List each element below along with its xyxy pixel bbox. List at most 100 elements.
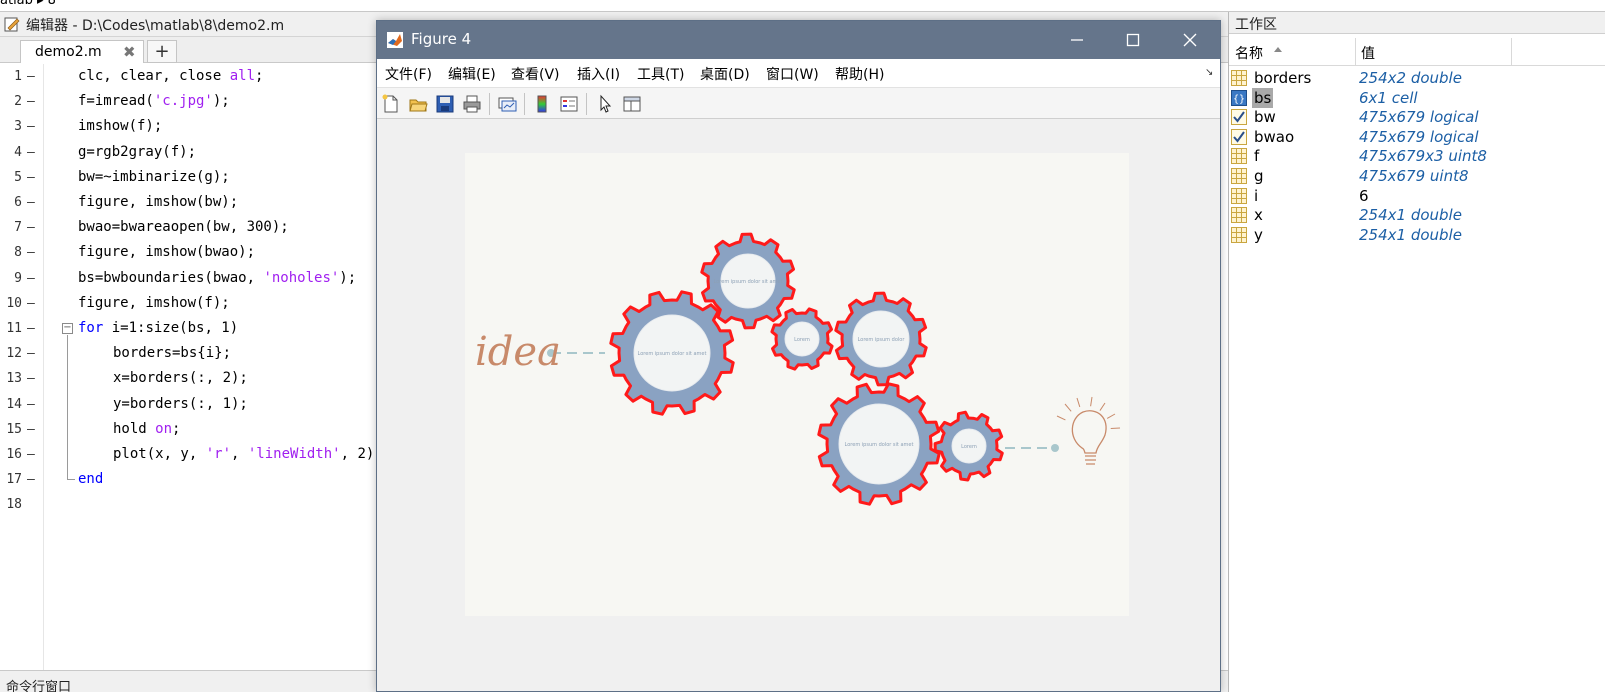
menu-view[interactable]: 查看(V) <box>511 64 560 84</box>
variable-name: y <box>1254 225 1263 244</box>
matrix-icon <box>1231 226 1247 243</box>
toolbar-separator <box>524 93 525 115</box>
figure-canvas[interactable]: idea Lorem ipsum dolor sit amet Lorem ipsu… <box>377 120 1220 691</box>
menu-help[interactable]: 帮助(H) <box>835 64 884 84</box>
code-text: figure, imshow(f); <box>78 291 230 316</box>
menu-edit[interactable]: 编辑(E) <box>448 64 496 84</box>
line-number: 2 <box>14 94 22 110</box>
menu-insert[interactable]: 插入(I) <box>577 64 620 84</box>
variable-value: 475x679 logical <box>1359 108 1479 127</box>
breakpoint-marker[interactable]: — <box>27 215 35 240</box>
breakpoint-marker[interactable]: — <box>27 291 35 316</box>
workspace-variable-row[interactable]: bwao 475x679 logical <box>1229 127 1605 147</box>
workspace-panel: 工作区 名称 值 borders 254x2 double {} bs 6x1 cell… <box>1228 12 1605 692</box>
workspace-variable-row[interactable]: g 475x679 uint8 <box>1229 166 1605 186</box>
code-text: figure, imshow(bwao); <box>78 240 255 265</box>
property-editor-icon[interactable] <box>622 94 642 114</box>
workspace-variable-row[interactable]: f 475x679x3 uint8 <box>1229 146 1605 166</box>
menu-desktop[interactable]: 桌面(D) <box>700 64 750 84</box>
maximize-button[interactable] <box>1105 21 1161 59</box>
variable-value: 6x1 cell <box>1359 88 1418 107</box>
breakpoint-marker[interactable]: — <box>27 417 35 442</box>
column-header-value[interactable]: 值 <box>1361 43 1375 63</box>
breakpoint-marker[interactable]: — <box>27 240 35 265</box>
open-file-icon[interactable] <box>408 94 428 114</box>
column-divider[interactable] <box>1355 38 1356 66</box>
bulb-ray <box>1056 415 1066 421</box>
colorbar-icon[interactable] <box>532 94 552 114</box>
svg-text:{}: {} <box>1233 94 1245 105</box>
bulb-base <box>1085 455 1096 465</box>
column-header-name[interactable]: 名称 <box>1235 43 1263 63</box>
breakpoint-marker[interactable]: — <box>27 366 35 391</box>
pointer-icon[interactable] <box>595 94 615 114</box>
code-string: 'lineWidth' <box>247 446 341 462</box>
breakpoint-marker[interactable]: — <box>27 266 35 291</box>
code-token: borders=bs{i}; <box>113 345 232 362</box>
cell-icon: {} <box>1231 89 1247 106</box>
close-icon <box>1183 33 1197 47</box>
breakpoint-marker[interactable]: — <box>27 341 35 366</box>
code-text: for i=1:size(bs, 1) <box>78 316 238 341</box>
code-text: borders=bs{i}; <box>113 341 231 366</box>
workspace-variable-row[interactable]: {} bs 6x1 cell <box>1229 87 1605 108</box>
figure-titlebar[interactable]: Figure 4 <box>377 21 1220 59</box>
breakpoint-marker[interactable]: — <box>27 64 35 89</box>
editor-icon <box>4 17 20 32</box>
dock-icon[interactable]: ↘ <box>1205 67 1213 78</box>
displayed-image: idea Lorem ipsum dolor sit amet Lorem ipsu… <box>465 153 1129 616</box>
code-text: f=imread('c.jpg'); <box>78 89 230 114</box>
code-string: on <box>155 420 173 437</box>
code-token: plot(x, y, <box>113 446 206 462</box>
gear-caption: Lorem <box>961 444 977 450</box>
workspace-variable-row[interactable]: y 254x1 double <box>1229 225 1605 245</box>
workspace-variable-row[interactable]: borders 254x2 double <box>1229 68 1605 88</box>
variable-value: 254x2 double <box>1359 69 1462 87</box>
breakpoint-marker[interactable]: — <box>27 140 35 165</box>
code-text: plot(x, y, 'r', 'lineWidth', 2); <box>113 442 383 467</box>
toolbar-separator <box>586 93 587 115</box>
breakpoint-marker[interactable]: — <box>27 467 35 492</box>
menu-tools[interactable]: 工具(T) <box>637 64 684 84</box>
print-icon[interactable] <box>462 94 482 114</box>
figure-window: Figure 4 文件(F) 编辑(E) 查看(V) 插入(I) 工具(T) 桌… <box>376 20 1221 692</box>
tab-demo2[interactable]: demo2.m ✖ <box>20 40 144 63</box>
code-string: all <box>229 68 256 84</box>
menu-file[interactable]: 文件(F) <box>385 64 432 84</box>
link-plot-icon[interactable] <box>497 94 517 114</box>
workspace-variable-row[interactable]: i6 <box>1229 186 1605 206</box>
code-text: bwao=bwareaopen(bw, 300); <box>78 215 289 240</box>
line-number: 9 <box>14 270 22 286</box>
close-icon[interactable]: ✖ <box>123 43 136 61</box>
breakpoint-marker[interactable]: — <box>27 190 35 215</box>
workspace-variable-row[interactable]: bw 475x679 logical <box>1229 107 1605 127</box>
variable-name: x <box>1254 206 1263 225</box>
minimize-button[interactable] <box>1049 21 1105 59</box>
workspace-variable-row[interactable]: x 254x1 double <box>1229 205 1605 225</box>
breakpoint-marker[interactable]: — <box>27 114 35 139</box>
breakpoint-marker[interactable]: — <box>27 442 35 467</box>
breakpoint-marker[interactable]: — <box>27 89 35 114</box>
breakpoint-marker[interactable]: — <box>27 316 35 341</box>
gear-caption: Lorem ipsum dolor sit amet <box>845 442 914 448</box>
gears-image: idea Lorem ipsum dolor sit amet Lorem ipsu… <box>475 232 1121 506</box>
menu-window[interactable]: 窗口(W) <box>766 64 819 84</box>
bulb-ray <box>1099 402 1106 411</box>
new-tab-button[interactable]: + <box>147 40 177 63</box>
line-number: 18 <box>6 497 22 513</box>
line-number: 1 <box>14 69 22 84</box>
legend-icon[interactable] <box>559 94 579 114</box>
new-figure-icon[interactable] <box>381 94 401 114</box>
breakpoint-marker[interactable]: — <box>27 392 35 417</box>
breakpoint-marker[interactable]: — <box>27 165 35 190</box>
column-divider[interactable] <box>1511 38 1512 66</box>
matrix-icon <box>1231 187 1247 204</box>
variable-value: 475x679 uint8 <box>1359 167 1469 185</box>
save-icon[interactable] <box>435 94 455 114</box>
current-folder-path-text: atlab ▸ 8 <box>0 0 56 8</box>
figure-title: Figure 4 <box>411 30 472 48</box>
code-token: imshow(f); <box>78 118 163 135</box>
close-button[interactable] <box>1162 21 1218 59</box>
fold-toggle-icon[interactable]: − <box>62 323 73 334</box>
figure-toolbar <box>377 87 1220 119</box>
